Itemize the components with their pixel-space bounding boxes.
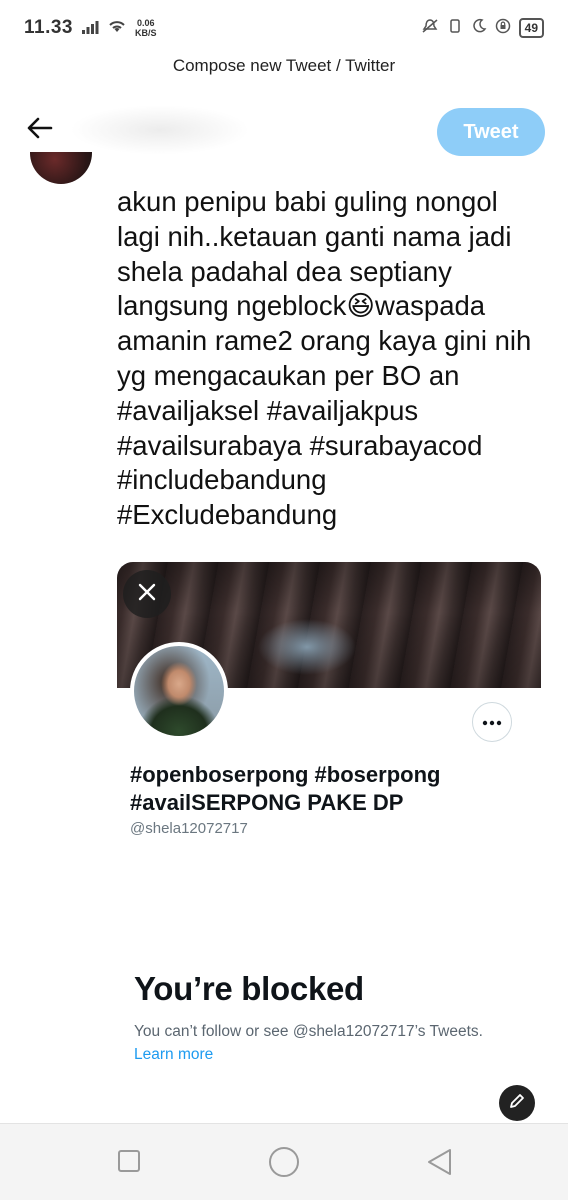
more-options-button[interactable]	[472, 702, 512, 742]
circle-icon[interactable]	[269, 1147, 299, 1177]
profile-card: #openboserpong #boserpong #availSERPONG …	[117, 562, 541, 1122]
profile-display-name: #openboserpong #boserpong #availSERPONG …	[130, 762, 441, 815]
mute-icon	[421, 18, 439, 38]
blocked-description: You can’t follow or see @shela12072717’s…	[134, 1023, 483, 1040]
status-bar: 11.33 0.06 KB/S 49	[0, 0, 568, 56]
wifi-icon	[107, 18, 127, 39]
redacted-account-name	[70, 105, 250, 155]
tweet-button[interactable]: Tweet	[437, 108, 545, 156]
triangle-back-icon[interactable]	[425, 1147, 453, 1177]
profile-avatar[interactable]	[130, 642, 228, 740]
status-bar-left: 11.33 0.06 KB/S	[24, 17, 157, 39]
profile-handle: @shela12072717	[130, 820, 248, 837]
blocked-title: You’re blocked	[134, 970, 364, 1007]
arrow-left-icon	[27, 117, 53, 144]
battery-level: 49	[524, 21, 538, 35]
network-speed-value: 0.06	[136, 18, 155, 28]
avatar	[30, 152, 92, 184]
pen-icon	[508, 1092, 526, 1115]
back-button[interactable]	[22, 112, 58, 148]
lock-rotation-icon	[495, 18, 511, 38]
close-button[interactable]	[123, 570, 171, 618]
edit-fab-button[interactable]	[499, 1085, 535, 1121]
close-icon	[138, 583, 156, 606]
status-bar-right: 49	[421, 18, 544, 38]
learn-more-link[interactable]: Learn more	[134, 1046, 213, 1064]
tweet-text-field[interactable]: akun penipu babi guling nongol lagi nih.…	[117, 185, 547, 550]
signal-icon	[81, 18, 99, 39]
moon-icon	[471, 18, 487, 38]
more-horizontal-icon	[482, 713, 502, 731]
vibrate-icon	[447, 18, 463, 38]
network-speed: 0.06 KB/S	[135, 18, 157, 38]
status-time: 11.33	[24, 17, 73, 38]
page-title: Compose new Tweet / Twitter	[172, 56, 396, 75]
network-speed-unit: KB/S	[135, 28, 157, 38]
battery-indicator: 49	[518, 18, 544, 38]
square-icon[interactable]	[118, 1150, 140, 1172]
